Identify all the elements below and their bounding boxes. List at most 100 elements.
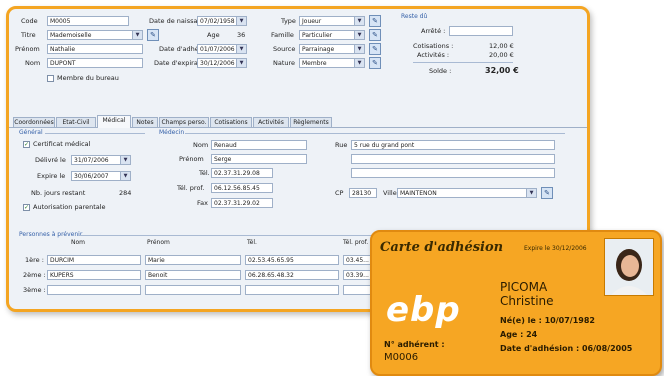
- prevenir-nom-3[interactable]: [47, 285, 141, 295]
- famille-select[interactable]: Particulier ▼: [299, 30, 365, 40]
- med-tel-field[interactable]: 02.37.31.29.08: [211, 168, 273, 178]
- arrete-label: Arrêté :: [421, 27, 446, 35]
- naissance-field[interactable]: 07/02/1958 ▼: [197, 16, 247, 26]
- type-label: Type: [281, 17, 296, 25]
- edit-source-icon[interactable]: ✎: [369, 43, 381, 55]
- med-telprof-label: Tél. prof.: [177, 184, 205, 192]
- chevron-down-icon[interactable]: ▼: [236, 17, 246, 25]
- rue-field[interactable]: 5 rue du grand pont: [351, 140, 555, 150]
- expiration-field[interactable]: 30/12/2006 ▼: [197, 58, 247, 68]
- reste-title: Reste dû: [401, 13, 428, 20]
- col-telprof: Tél. prof.: [343, 239, 369, 246]
- card-title: Carte d'adhésion: [380, 240, 504, 255]
- autorisation-checkbox[interactable]: ✓: [23, 204, 30, 211]
- prevenir-title: Personnes à prévenir: [19, 231, 83, 238]
- tab-cotisations[interactable]: Cotisations: [210, 117, 252, 127]
- edit-ville-icon[interactable]: ✎: [541, 187, 553, 199]
- prevenir-nom-1[interactable]: DURCIM: [47, 255, 141, 265]
- chevron-down-icon[interactable]: ▼: [120, 172, 130, 180]
- prenom-label: Prénom: [15, 45, 40, 53]
- type-select[interactable]: Joueur ▼: [299, 16, 365, 26]
- ebp-logo: ebp: [386, 290, 461, 330]
- row-label: 3ème :: [23, 286, 46, 294]
- med-telprof-field[interactable]: 06.12.56.85.45: [211, 183, 273, 193]
- prenom-field[interactable]: Nathalie: [47, 44, 143, 54]
- famille-label: Famille: [271, 31, 294, 39]
- nom-field[interactable]: DUPONT: [47, 58, 143, 68]
- tab-notes[interactable]: Notes: [132, 117, 158, 127]
- code-label: Code: [21, 17, 38, 25]
- age-value: 36: [237, 31, 246, 39]
- jours-value: 284: [119, 189, 132, 197]
- prevenir-tel-1[interactable]: 02.53.45.65.95: [245, 255, 339, 265]
- membre-bureau-label: Membre du bureau: [57, 74, 119, 82]
- expire-label: Expire le: [37, 172, 66, 180]
- cotisations-value: 12,00 €: [489, 42, 514, 50]
- age-label: Age: [207, 31, 220, 39]
- cp-field[interactable]: 28130: [349, 188, 377, 198]
- nom-label: Nom: [25, 59, 41, 67]
- activites-label: Activités :: [417, 51, 450, 59]
- source-select[interactable]: Parrainage ▼: [299, 44, 365, 54]
- code-field[interactable]: M0005: [47, 16, 129, 26]
- certificat-label: Certificat médical: [33, 140, 91, 148]
- prevenir-prenom-1[interactable]: Marie: [145, 255, 241, 265]
- card-age: Age : 24: [500, 330, 538, 339]
- rue-field-3[interactable]: [351, 168, 555, 178]
- cp-label: CP: [335, 189, 344, 197]
- chevron-down-icon[interactable]: ▼: [120, 156, 130, 164]
- prevenir-tel-3[interactable]: [245, 285, 339, 295]
- jours-label: Nb. jours restant: [31, 189, 86, 197]
- med-prenom-field[interactable]: Serge: [211, 154, 307, 164]
- tab-champs-perso[interactable]: Champs perso.: [159, 117, 209, 127]
- chevron-down-icon[interactable]: ▼: [354, 45, 364, 53]
- col-tel: Tél.: [247, 239, 257, 246]
- chevron-down-icon[interactable]: ▼: [236, 59, 246, 67]
- prevenir-tel-2[interactable]: 06.28.65.48.32: [245, 270, 339, 280]
- delivre-field[interactable]: 31/07/2006 ▼: [71, 155, 131, 165]
- tab-reglements[interactable]: Règlements: [290, 117, 332, 127]
- col-prenom: Prénom: [147, 239, 170, 246]
- chevron-down-icon[interactable]: ▼: [354, 31, 364, 39]
- tab-etat-civil[interactable]: Etat-Civil: [56, 117, 96, 127]
- expire-field[interactable]: 30/06/2007 ▼: [71, 171, 131, 181]
- titre-select[interactable]: Mademoiselle ▼: [47, 30, 143, 40]
- membre-bureau-checkbox[interactable]: [47, 75, 54, 82]
- tab-medical[interactable]: Médical: [97, 115, 131, 128]
- card-ne: Né(e) le : 10/07/1982: [500, 316, 595, 325]
- tab-activites[interactable]: Activités: [253, 117, 289, 127]
- cotisations-label: Cotisations :: [413, 42, 454, 50]
- prevenir-prenom-2[interactable]: Benoit: [145, 270, 241, 280]
- nature-select[interactable]: Membre ▼: [299, 58, 365, 68]
- edit-titre-icon[interactable]: ✎: [147, 29, 159, 41]
- chevron-down-icon[interactable]: ▼: [132, 31, 142, 39]
- certificat-checkbox[interactable]: ✓: [23, 141, 30, 148]
- med-prenom-label: Prénom: [179, 155, 204, 163]
- activites-value: 20,00 €: [489, 51, 514, 59]
- card-prenom: Christine: [500, 294, 554, 308]
- member-photo: [604, 238, 654, 296]
- chevron-down-icon[interactable]: ▼: [526, 189, 536, 197]
- chevron-down-icon[interactable]: ▼: [236, 45, 246, 53]
- card-adherent-value: M0006: [384, 352, 419, 363]
- prevenir-prenom-3[interactable]: [145, 285, 241, 295]
- edit-nature-icon[interactable]: ✎: [369, 57, 381, 69]
- rue-field-2[interactable]: [351, 154, 555, 164]
- med-nom-field[interactable]: Renaud: [211, 140, 307, 150]
- ville-label: Ville: [383, 189, 397, 197]
- tab-coordonnees[interactable]: Coordonnées: [13, 117, 55, 127]
- med-fax-label: Fax: [197, 199, 208, 207]
- med-fax-field[interactable]: 02.37.31.29.02: [211, 198, 273, 208]
- chevron-down-icon[interactable]: ▼: [354, 17, 364, 25]
- general-title: Général: [19, 129, 43, 136]
- ville-select[interactable]: MAINTENON ▼: [397, 188, 537, 198]
- adhesion-field[interactable]: 01/07/2006 ▼: [197, 44, 247, 54]
- edit-type-icon[interactable]: ✎: [369, 15, 381, 27]
- arrete-field[interactable]: [449, 26, 513, 36]
- prevenir-nom-2[interactable]: KUPERS: [47, 270, 141, 280]
- row-label: 2ème :: [23, 271, 46, 279]
- card-expire: Expire le 30/12/2006: [524, 245, 587, 252]
- membership-card: Carte d'adhésion Expire le 30/12/2006 eb…: [370, 230, 662, 376]
- edit-famille-icon[interactable]: ✎: [369, 29, 381, 41]
- chevron-down-icon[interactable]: ▼: [354, 59, 364, 67]
